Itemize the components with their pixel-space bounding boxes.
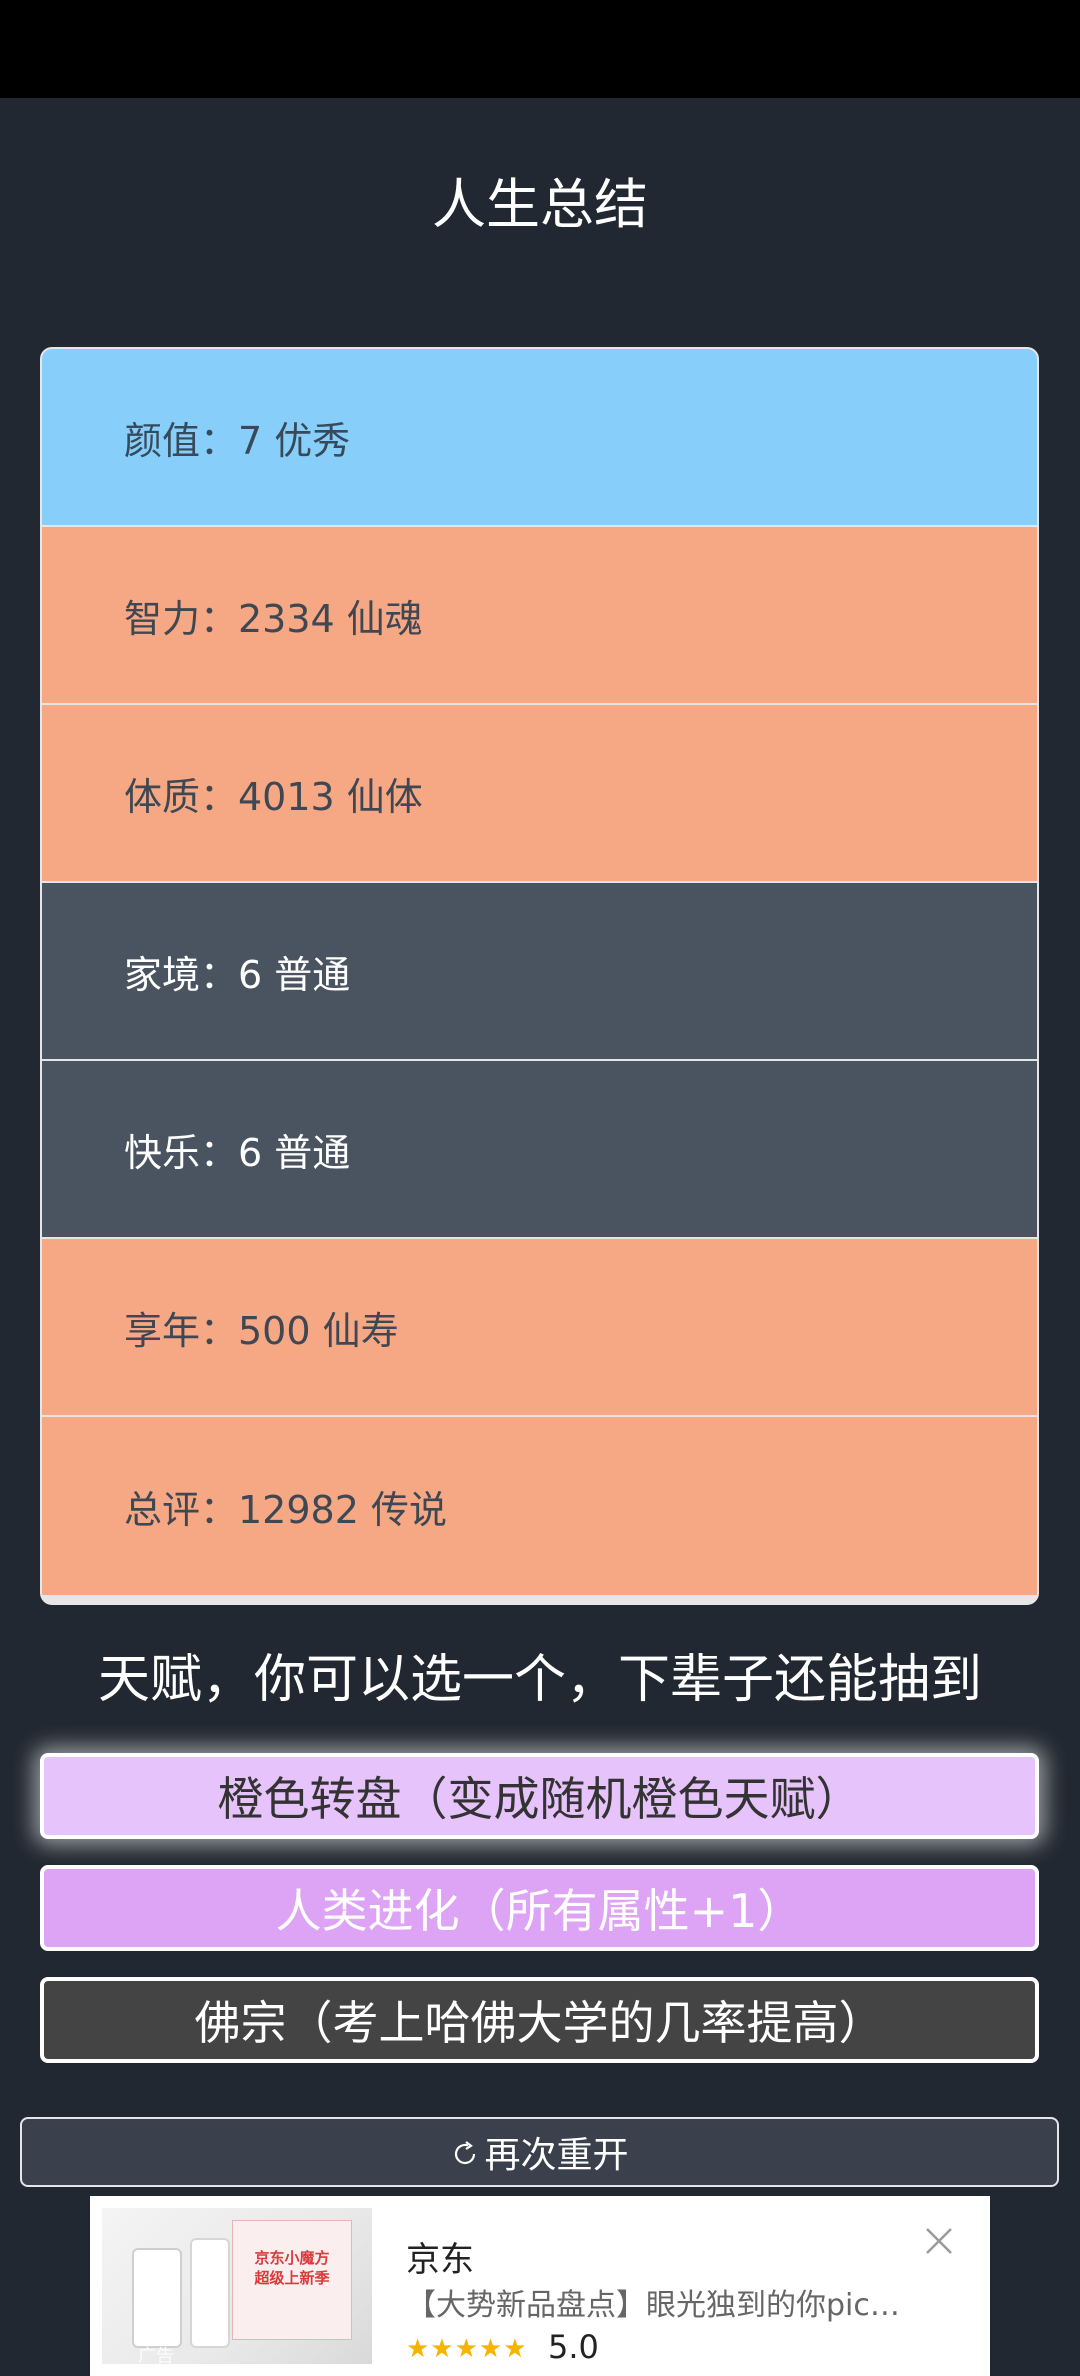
- summary-row-overall: 总评：12982 传说: [42, 1417, 1037, 1595]
- talent-option-label: 佛宗（考上哈佛大学的几率提高）: [194, 1996, 885, 2050]
- summary-row-happiness: 快乐：6 普通: [42, 1061, 1037, 1239]
- talent-option-buddhism[interactable]: 佛宗（考上哈佛大学的几率提高）: [40, 1977, 1039, 2063]
- page-title: 人生总结: [432, 173, 648, 236]
- summary-row-intelligence: 智力：2334 仙魂: [42, 527, 1037, 705]
- talent-option-label: 橙色转盘（变成随机橙色天赋）: [217, 1772, 862, 1826]
- ad-rating: 5.0: [548, 2328, 599, 2366]
- restart-button[interactable]: 再次重开: [20, 2117, 1059, 2187]
- ad-banner[interactable]: 京东小魔方 超级上新季 广告 京东 【大势新品盘点】眼光独到的你pic… ★★★…: [90, 2196, 990, 2376]
- talent-option-orange-wheel[interactable]: 橙色转盘（变成随机橙色天赋）: [40, 1753, 1039, 1839]
- summary-row-appearance: 颜值：7 优秀: [42, 349, 1037, 527]
- summary-table: 颜值：7 优秀 智力：2334 仙魂 体质：4013 仙体 家境：6 普通 快乐…: [40, 347, 1039, 1605]
- restart-label: 再次重开: [484, 2135, 629, 2176]
- summary-row-lifespan: 享年：500 仙寿: [42, 1239, 1037, 1417]
- ad-stars-icon: ★★★★★: [406, 2334, 528, 2364]
- talent-heading: 天赋，你可以选一个，下辈子还能抽到: [97, 1650, 982, 1710]
- ad-image-text: 京东小魔方 超级上新季: [254, 2249, 330, 2287]
- ad-product-bottle: [190, 2238, 230, 2348]
- ad-product-bottle: [132, 2248, 182, 2348]
- status-bar: [0, 0, 1080, 98]
- talent-option-label: 人类进化（所有属性+1）: [275, 1884, 804, 1938]
- ad-image[interactable]: 京东小魔方 超级上新季 广告: [102, 2208, 372, 2364]
- summary-row-family: 家境：6 普通: [42, 883, 1037, 1061]
- refresh-icon: [450, 2137, 480, 2167]
- ad-tag: 广告: [138, 2346, 174, 2364]
- talent-option-human-evolution[interactable]: 人类进化（所有属性+1）: [40, 1865, 1039, 1951]
- close-icon[interactable]: [924, 2226, 954, 2256]
- ad-text: 【大势新品盘点】眼光独到的你pic…: [406, 2288, 900, 2323]
- ad-brand: 京东: [406, 2240, 474, 2280]
- summary-row-physique: 体质：4013 仙体: [42, 705, 1037, 883]
